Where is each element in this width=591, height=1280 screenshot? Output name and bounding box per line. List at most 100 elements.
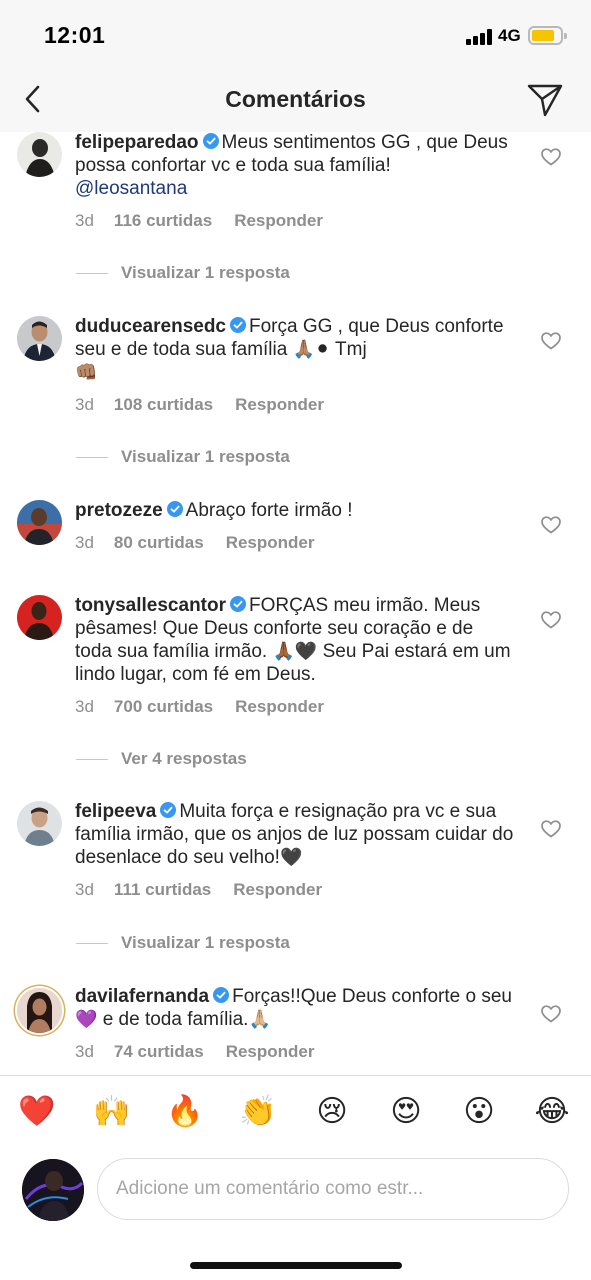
avatar[interactable]: [17, 801, 62, 846]
comment-meta: 3d 74 curtidas Responder: [75, 1042, 314, 1062]
comment-emoji: 🙏🏼: [248, 1009, 271, 1030]
page-title: Comentários: [225, 86, 366, 112]
view-replies-label: Visualizar 1 resposta: [121, 933, 290, 952]
comment-body: Abraço forte irmão !: [185, 500, 353, 521]
heart-outline-icon[interactable]: [541, 332, 561, 350]
status-bar: 12:01 4G: [0, 0, 591, 66]
emoji-heart-eyes-button[interactable]: 😍: [386, 1092, 426, 1132]
comment-text: pretozeze Abraço forte irmão !: [75, 499, 515, 522]
reply-button[interactable]: Responder: [235, 697, 324, 716]
view-replies-label: Ver 4 respostas: [121, 749, 247, 768]
emoji-heart-button[interactable]: ❤️: [17, 1092, 57, 1132]
reply-button[interactable]: Responder: [234, 211, 323, 230]
comment-time: 3d: [75, 880, 94, 899]
comment-emoji: 💜: [75, 1009, 98, 1030]
comment-text: felipeeva Muita força e resignação pra vc…: [75, 800, 515, 869]
comment-username[interactable]: felipeeva: [75, 801, 156, 822]
view-replies-button[interactable]: Visualizar 1 resposta: [76, 263, 290, 283]
view-replies-label: Visualizar 1 resposta: [121, 263, 290, 282]
comment-username[interactable]: felipeparedao: [75, 132, 199, 153]
view-replies-button[interactable]: Visualizar 1 resposta: [76, 447, 290, 467]
avatar[interactable]: [17, 988, 62, 1033]
view-replies-button[interactable]: Visualizar 1 resposta: [76, 933, 290, 953]
verified-badge-icon: [213, 987, 230, 1003]
comment-username[interactable]: davilafernanda: [75, 986, 209, 1007]
view-replies-button[interactable]: Ver 4 respostas: [76, 749, 247, 769]
comment-emoji: 🙏🏾🖤: [272, 641, 318, 662]
verified-badge-icon: [166, 501, 183, 517]
comment-time: 3d: [75, 697, 94, 716]
heart-outline-icon[interactable]: [541, 1005, 561, 1023]
likes-count[interactable]: 700 curtidas: [114, 697, 213, 716]
comment-text: tonysallescantor FORÇAS meu irmão. Meus p…: [75, 594, 515, 686]
reply-button[interactable]: Responder: [226, 1042, 315, 1061]
header: Comentários: [0, 66, 591, 132]
avatar[interactable]: [17, 500, 62, 545]
comment-body: Forças!!Que Deus conforte o seu: [232, 986, 512, 1007]
comment-meta: 3d 700 curtidas Responder: [75, 697, 324, 717]
avatar[interactable]: [17, 316, 62, 361]
emoji-raised-hands-button[interactable]: 🙌: [92, 1092, 132, 1132]
comment-username[interactable]: tonysallescantor: [75, 595, 226, 616]
reply-button[interactable]: Responder: [233, 880, 322, 899]
emoji-clap-button[interactable]: 👏: [238, 1092, 278, 1132]
signal-icon: [466, 29, 492, 45]
verified-badge-icon: [230, 596, 246, 612]
comment-meta: 3d 108 curtidas Responder: [75, 395, 324, 415]
comment-meta: 3d 111 curtidas Responder: [75, 880, 322, 900]
likes-count[interactable]: 111 curtidas: [114, 880, 211, 899]
likes-count[interactable]: 108 curtidas: [114, 395, 213, 414]
comment-text: felipeparedao Meus sentimentos GG , que D…: [75, 132, 515, 200]
emoji-reaction-bar: ❤️ 🙌 🔥 👏 😢 😍 😮 😂: [0, 1075, 591, 1149]
comment-emoji: 👊🏽: [75, 362, 98, 383]
comment-username[interactable]: duducearensedc: [75, 316, 226, 337]
comment-time: 3d: [75, 395, 94, 414]
comment-composer: [0, 1149, 591, 1280]
comment-time: 3d: [75, 533, 94, 552]
avatar[interactable]: [17, 132, 62, 177]
reply-button[interactable]: Responder: [226, 533, 315, 552]
emoji-fire-button[interactable]: 🔥: [165, 1092, 205, 1132]
comment-body: e de toda família.: [102, 1009, 249, 1030]
comment-meta: 3d 80 curtidas Responder: [75, 533, 314, 553]
likes-count[interactable]: 74 curtidas: [114, 1042, 204, 1061]
my-avatar: [22, 1159, 84, 1221]
comment-text: davilafernanda Forças!!Que Deus conforte …: [75, 985, 515, 1031]
battery-icon: [528, 26, 567, 45]
verified-badge-icon: [230, 317, 246, 333]
replies-divider: [76, 457, 108, 459]
verified-badge-icon: [160, 802, 177, 818]
comment-input[interactable]: [97, 1158, 569, 1220]
status-time: 12:01: [44, 22, 106, 48]
likes-count[interactable]: 80 curtidas: [114, 533, 204, 552]
comment-emoji: 🖤: [279, 847, 303, 868]
send-button[interactable]: [526, 82, 564, 118]
comment-time: 3d: [75, 1042, 94, 1061]
likes-count[interactable]: 116 curtidas: [114, 211, 212, 230]
comments-list: felipeparedao Meus sentimentos GG , que D…: [0, 132, 591, 1075]
emoji-crying-button[interactable]: 😢: [312, 1092, 352, 1132]
reply-button[interactable]: Responder: [235, 395, 324, 414]
heart-outline-icon[interactable]: [541, 820, 561, 838]
network-type: 4G: [498, 26, 521, 45]
emoji-surprised-button[interactable]: 😮: [459, 1092, 499, 1132]
comment-body: Tmj: [335, 339, 367, 360]
comment-text: duducearensedc Força GG , que Deus confor…: [75, 315, 515, 384]
home-indicator: [190, 1262, 402, 1269]
comment-meta: 3d 116 curtidas Responder: [75, 211, 323, 231]
comment-username[interactable]: pretozeze: [75, 500, 163, 521]
paper-plane-icon: [527, 84, 563, 117]
avatar[interactable]: [17, 595, 62, 640]
replies-divider: [76, 273, 108, 275]
comment-time: 3d: [75, 211, 94, 230]
replies-divider: [76, 943, 108, 945]
view-replies-label: Visualizar 1 resposta: [121, 447, 290, 466]
heart-outline-icon[interactable]: [541, 611, 561, 629]
heart-outline-icon[interactable]: [541, 516, 561, 534]
verified-badge-icon: [202, 133, 219, 149]
replies-divider: [76, 759, 108, 761]
heart-outline-icon[interactable]: [541, 148, 561, 166]
comment-emoji: 🙏🏽⚫: [292, 339, 331, 360]
emoji-laughing-button[interactable]: 😂: [532, 1092, 572, 1132]
mention-link[interactable]: @leosantana: [75, 178, 187, 199]
